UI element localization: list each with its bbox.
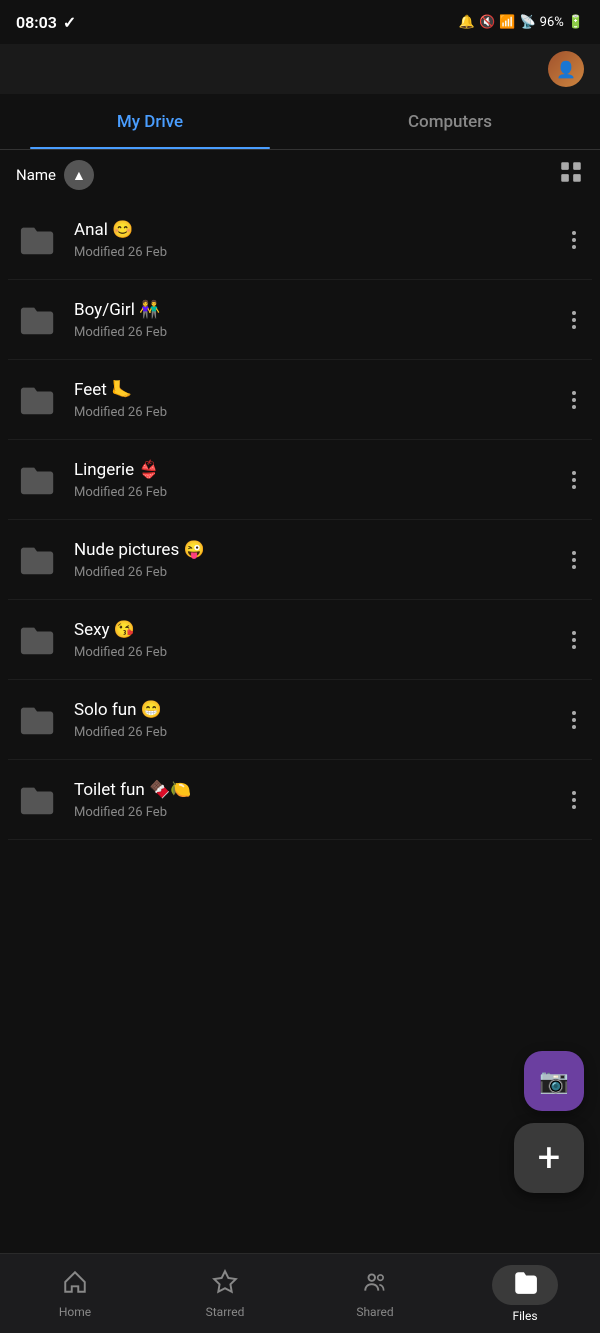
add-icon: + [538, 1138, 561, 1178]
nav-label-files: Files [512, 1309, 537, 1323]
file-modified: Modified 26 Feb [74, 645, 564, 660]
camera-fab-button[interactable]: 📷 [524, 1051, 584, 1111]
more-options-button[interactable] [564, 703, 584, 737]
file-modified: Modified 26 Feb [74, 325, 564, 340]
list-item[interactable]: Solo fun 😁 Modified 26 Feb [8, 680, 592, 760]
more-options-button[interactable] [564, 543, 584, 577]
file-info: Toilet fun 🍫🍋 Modified 26 Feb [74, 779, 564, 819]
files-icon [512, 1269, 538, 1301]
more-options-button[interactable] [564, 623, 584, 657]
sort-name[interactable]: Name ▲ [16, 160, 94, 190]
tab-computers-label: Computers [408, 112, 492, 132]
time-display: 08:03 [16, 13, 57, 32]
file-modified: Modified 26 Feb [74, 485, 564, 500]
list-item[interactable]: Lingerie 👙 Modified 26 Feb [8, 440, 592, 520]
more-options-button[interactable] [564, 223, 584, 257]
status-icons: 🔔 🔇 📶 📡 96% 🔋 [459, 15, 584, 30]
file-modified: Modified 26 Feb [74, 805, 564, 820]
file-info: Feet 🦶 Modified 26 Feb [74, 379, 564, 419]
add-fab-button[interactable]: + [514, 1123, 584, 1193]
folder-icon [16, 698, 60, 742]
file-info: Solo fun 😁 Modified 26 Feb [74, 699, 564, 739]
file-name: Boy/Girl 👫 [74, 299, 564, 321]
folder-icon [16, 538, 60, 582]
folder-icon [16, 778, 60, 822]
sort-bar: Name ▲ [0, 150, 600, 200]
nav-item-shared[interactable]: Shared [300, 1254, 450, 1333]
camera-icon: 📷 [539, 1067, 569, 1095]
folder-icon [16, 218, 60, 262]
folder-icon [16, 298, 60, 342]
bottom-nav: Home Starred Shared File [0, 1253, 600, 1333]
starred-icon [212, 1269, 238, 1301]
file-info: Boy/Girl 👫 Modified 26 Feb [74, 299, 564, 339]
check-icon: ✓ [63, 13, 76, 32]
file-modified: Modified 26 Feb [74, 405, 564, 420]
more-options-button[interactable] [564, 463, 584, 497]
list-item[interactable]: Nude pictures 😜 Modified 26 Feb [8, 520, 592, 600]
file-name: Toilet fun 🍫🍋 [74, 779, 564, 801]
more-options-button[interactable] [564, 783, 584, 817]
sort-label: Name [16, 166, 56, 184]
file-list: Anal 😊 Modified 26 Feb Boy/Girl 👫 Modifi… [0, 200, 600, 840]
list-item[interactable]: Feet 🦶 Modified 26 Feb [8, 360, 592, 440]
more-options-button[interactable] [564, 383, 584, 417]
tab-my-drive-label: My Drive [117, 112, 183, 132]
sort-arrow-button[interactable]: ▲ [64, 160, 94, 190]
list-item[interactable]: Toilet fun 🍫🍋 Modified 26 Feb [8, 760, 592, 840]
wifi-icon: 📶 [499, 15, 515, 30]
mute-icon: 🔇 [479, 15, 495, 30]
shared-icon [362, 1269, 388, 1301]
tab-my-drive[interactable]: My Drive [0, 94, 300, 149]
file-name: Lingerie 👙 [74, 459, 564, 481]
nav-label-starred: Starred [206, 1305, 245, 1319]
battery-icon: 🔋 [568, 15, 584, 30]
nav-item-home[interactable]: Home [0, 1254, 150, 1333]
file-info: Nude pictures 😜 Modified 26 Feb [74, 539, 564, 579]
nav-item-files[interactable]: Files [450, 1254, 600, 1333]
home-icon [62, 1269, 88, 1301]
folder-icon [16, 618, 60, 662]
file-name: Sexy 😘 [74, 619, 564, 641]
alarm-icon: 🔔 [459, 15, 475, 30]
list-item[interactable]: Boy/Girl 👫 Modified 26 Feb [8, 280, 592, 360]
more-options-button[interactable] [564, 303, 584, 337]
nav-label-shared: Shared [356, 1305, 393, 1319]
tab-bar: My Drive Computers [0, 94, 600, 150]
signal-icon: 📡 [519, 15, 535, 30]
folder-icon [16, 458, 60, 502]
file-info: Lingerie 👙 Modified 26 Feb [74, 459, 564, 499]
file-info: Sexy 😘 Modified 26 Feb [74, 619, 564, 659]
file-name: Nude pictures 😜 [74, 539, 564, 561]
file-name: Solo fun 😁 [74, 699, 564, 721]
list-item[interactable]: Anal 😊 Modified 26 Feb [8, 200, 592, 280]
folder-icon [16, 378, 60, 422]
profile-header: 👤 [0, 44, 600, 94]
list-item[interactable]: Sexy 😘 Modified 26 Feb [8, 600, 592, 680]
fab-container: 📷 + [514, 1051, 584, 1193]
status-time: 08:03 ✓ [16, 13, 76, 32]
grid-view-button[interactable] [558, 159, 584, 191]
nav-item-starred[interactable]: Starred [150, 1254, 300, 1333]
tab-computers[interactable]: Computers [300, 94, 600, 149]
avatar[interactable]: 👤 [548, 51, 584, 87]
file-info: Anal 😊 Modified 26 Feb [74, 219, 564, 259]
file-name: Anal 😊 [74, 219, 564, 241]
status-bar: 08:03 ✓ 🔔 🔇 📶 📡 96% 🔋 [0, 0, 600, 44]
file-modified: Modified 26 Feb [74, 565, 564, 580]
file-modified: Modified 26 Feb [74, 245, 564, 260]
file-name: Feet 🦶 [74, 379, 564, 401]
battery-level: 96% [540, 15, 564, 30]
nav-label-home: Home [59, 1305, 91, 1319]
file-modified: Modified 26 Feb [74, 725, 564, 740]
